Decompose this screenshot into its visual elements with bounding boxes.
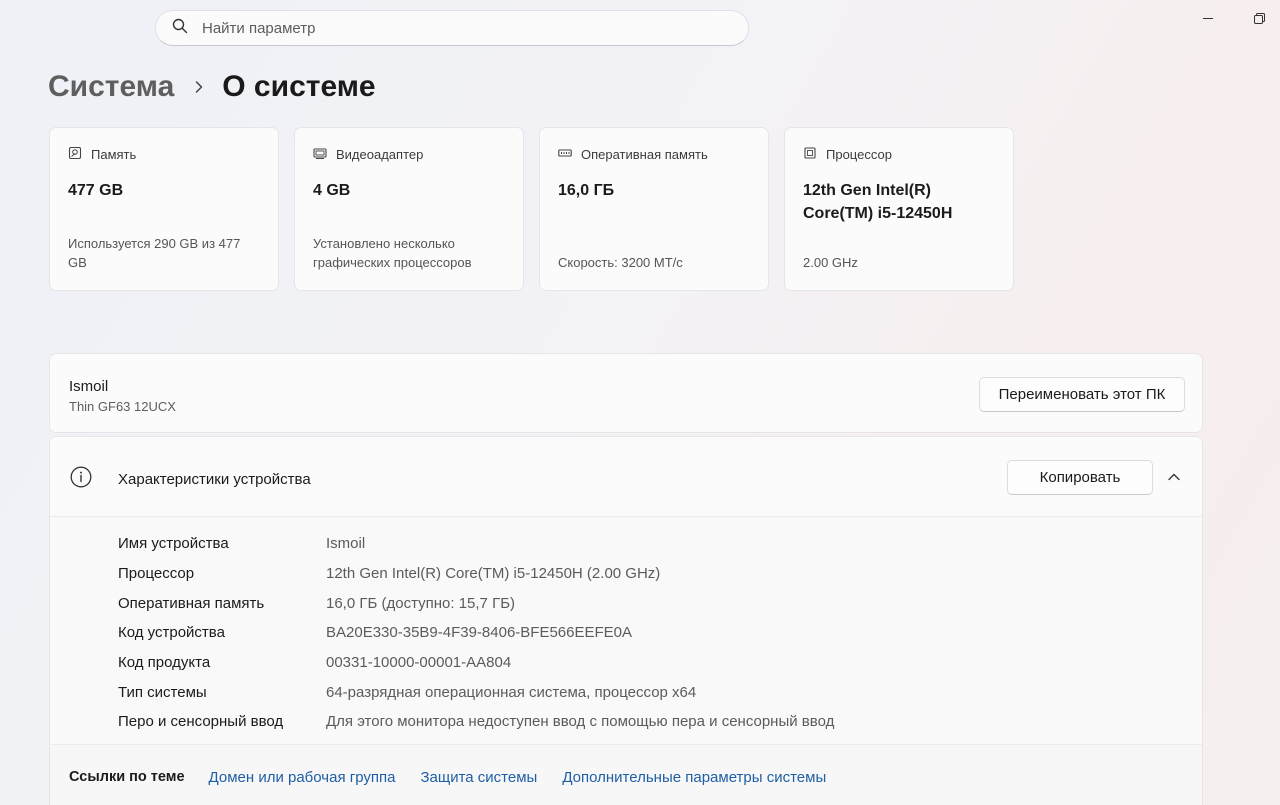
card-title: Память: [91, 147, 137, 162]
card-ram[interactable]: Оперативная память 16,0 ГБ Скорость: 320…: [539, 127, 769, 291]
spec-value: 64-разрядная операционная система, проце…: [326, 683, 697, 701]
spec-label: Тип системы: [118, 683, 207, 701]
device-specs-header[interactable]: Характеристики устройства Копировать: [50, 437, 1202, 517]
spec-row: Оперативная память 16,0 ГБ (доступно: 15…: [118, 588, 834, 618]
card-gpu[interactable]: Видеоадаптер 4 GB Установлено несколько …: [294, 127, 524, 291]
minimize-button[interactable]: [1193, 8, 1223, 28]
card-title: Видеоадаптер: [336, 147, 424, 162]
gpu-icon: [313, 146, 336, 163]
spec-label: Код устройства: [118, 624, 225, 642]
card-value: 16,0 ГБ: [558, 182, 615, 199]
spec-row: Код устройства BA20E330-35B9-4F39-8406-B…: [118, 618, 834, 648]
card-value: 12th Gen Intel(R) Core(TM) i5-12450H: [803, 182, 953, 222]
card-subtext: 2.00 GHz: [803, 255, 858, 270]
breadcrumb-parent[interactable]: Система: [48, 70, 174, 104]
device-specs-panel: Характеристики устройства Копировать Имя…: [49, 436, 1203, 805]
spec-value: Ismoil: [326, 535, 366, 553]
spec-row: Перо и сенсорный ввод Для этого монитора…: [118, 707, 834, 737]
spec-value: Для этого монитора недоступен ввод с пом…: [326, 713, 835, 731]
card-value: 4 GB: [313, 182, 351, 199]
card-subtext: Установлено несколько графических процес…: [313, 236, 472, 270]
restore-button[interactable]: [1244, 8, 1274, 28]
rename-pc-button[interactable]: Переименовать этот ПК: [979, 377, 1185, 412]
link-domain-workgroup[interactable]: Домен или рабочая группа: [209, 769, 396, 786]
device-name: Ismoil: [69, 378, 109, 395]
spec-label: Оперативная память: [118, 594, 265, 612]
minimize-icon: [1203, 17, 1213, 19]
spec-row: Код продукта 00331-10000-00001-AA804: [118, 648, 834, 678]
card-storage[interactable]: Память 477 GB Используется 290 GB из 477…: [49, 127, 279, 291]
ram-icon: [558, 146, 581, 163]
spec-value: 00331-10000-00001-AA804: [326, 654, 512, 672]
spec-label: Перо и сенсорный ввод: [118, 713, 284, 731]
related-links-title: Ссылки по теме: [69, 769, 185, 785]
search-icon: [172, 18, 188, 39]
device-name-panel: Ismoil Thin GF63 12UCX Переименовать это…: [49, 353, 1203, 433]
search-input[interactable]: [202, 19, 702, 37]
search-box[interactable]: [155, 10, 749, 46]
spec-value: BA20E330-35B9-4F39-8406-BFE566EEFE0A: [326, 624, 633, 642]
spec-label: Имя устройства: [118, 535, 229, 553]
breadcrumb: Система О системе: [48, 66, 376, 108]
spec-list: Имя устройства Ismoil Процессор 12th Gen…: [118, 529, 834, 737]
link-system-protection[interactable]: Защита системы: [420, 769, 537, 786]
info-icon: [70, 466, 92, 488]
spec-value: 12th Gen Intel(R) Core(TM) i5-12450H (2.…: [326, 565, 661, 583]
card-title: Оперативная память: [581, 147, 708, 162]
cpu-icon: [803, 146, 826, 163]
card-cpu[interactable]: Процессор 12th Gen Intel(R) Core(TM) i5-…: [784, 127, 1014, 291]
spec-row: Тип системы 64-разрядная операционная си…: [118, 677, 834, 707]
restore-icon: [1253, 12, 1265, 24]
spec-row: Имя устройства Ismoil: [118, 529, 834, 559]
related-links: Ссылки по теме Домен или рабочая группа …: [50, 744, 1202, 805]
storage-icon: [68, 146, 91, 163]
device-specs-title: Характеристики устройства: [118, 471, 311, 488]
copy-button[interactable]: Копировать: [1007, 460, 1153, 495]
spec-label: Процессор: [118, 565, 195, 583]
summary-cards: Память 477 GB Используется 290 GB из 477…: [49, 127, 1014, 291]
page-title: О системе: [222, 70, 376, 103]
chevron-up-icon[interactable]: [1166, 469, 1182, 485]
card-subtext: Скорость: 3200 MT/с: [558, 255, 683, 270]
spec-value: 16,0 ГБ (доступно: 15,7 ГБ): [326, 594, 516, 612]
spec-label: Код продукта: [118, 654, 211, 672]
link-advanced-system-settings[interactable]: Дополнительные параметры системы: [562, 769, 826, 786]
card-title: Процессор: [826, 147, 892, 162]
card-value: 477 GB: [68, 182, 124, 199]
spec-row: Процессор 12th Gen Intel(R) Core(TM) i5-…: [118, 559, 834, 589]
device-model: Thin GF63 12UCX: [69, 399, 176, 414]
chevron-right-icon: [194, 80, 204, 94]
card-subtext: Используется 290 GB из 477 GB: [68, 236, 241, 270]
